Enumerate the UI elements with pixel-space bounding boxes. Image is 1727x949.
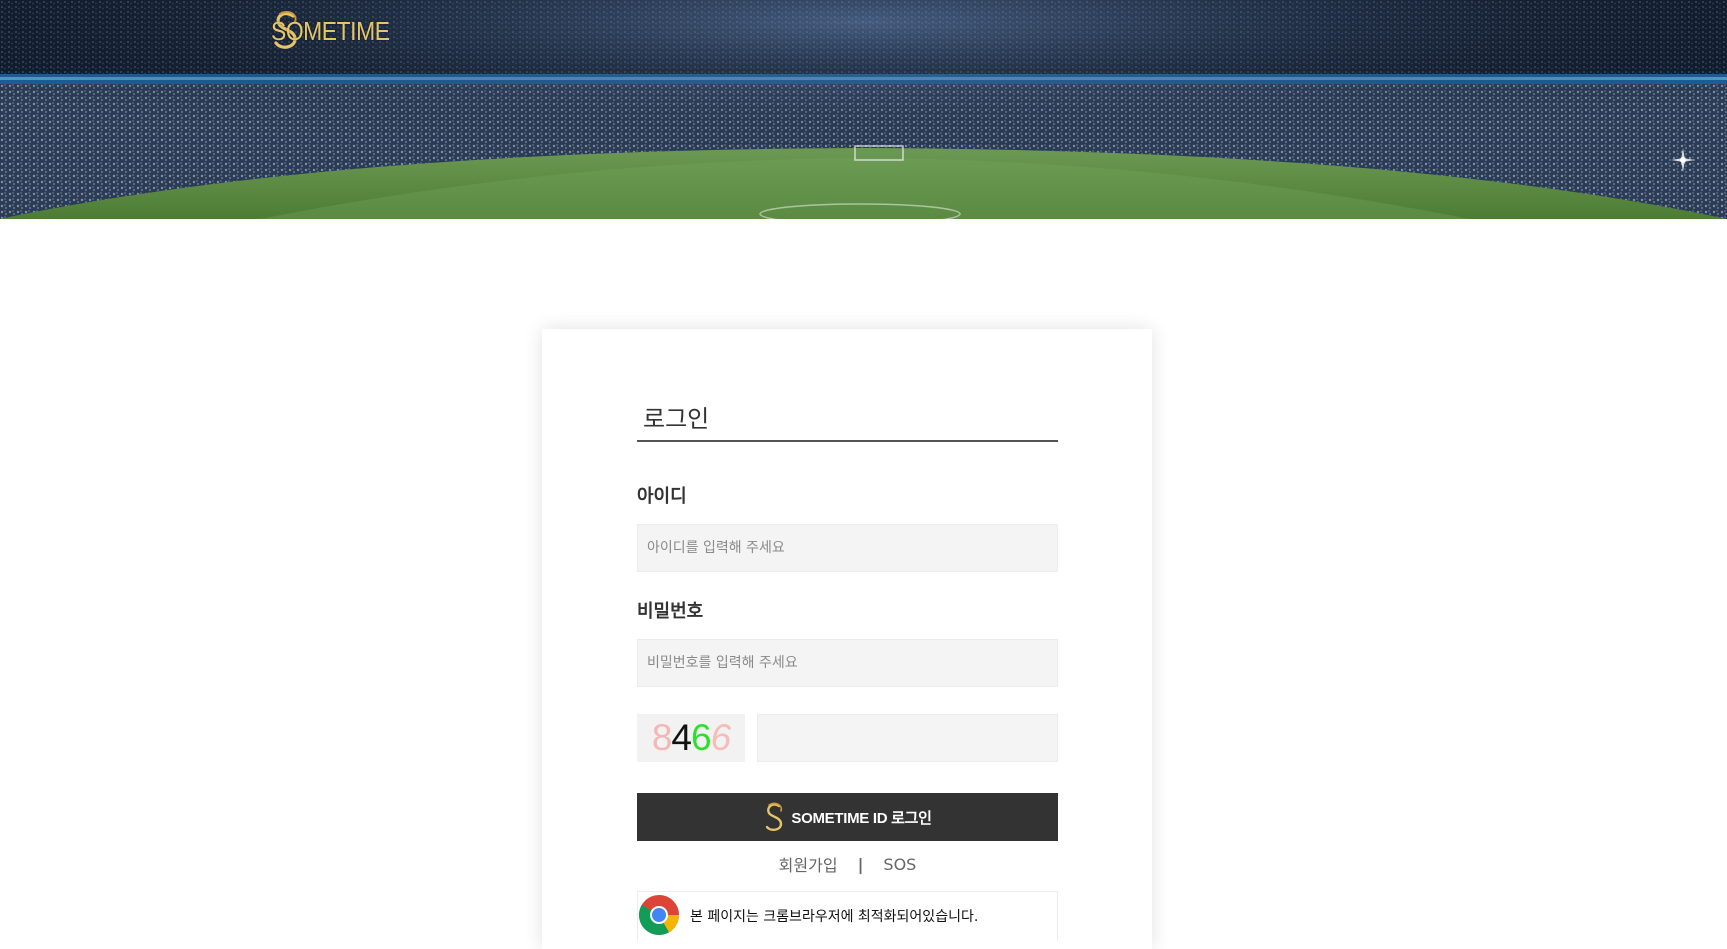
id-input[interactable] xyxy=(637,524,1058,572)
captcha-digit: 4 xyxy=(671,717,692,758)
sometime-logo-icon xyxy=(766,802,783,832)
id-label: 아이디 xyxy=(637,486,687,507)
browser-notice: 본 페이지는 크롬브라우저에 최적화되어있습니다. xyxy=(637,891,1058,941)
login-title: 로그인 xyxy=(637,397,1058,442)
stadium-banner: SOMETIME xyxy=(0,0,1727,219)
login-card: 로그인 아이디 비밀번호 8 4 6 6 SOMETIME ID 로그인 회원가… xyxy=(542,329,1152,949)
captcha-digit: 8 xyxy=(651,717,673,758)
captcha-digit: 6 xyxy=(691,717,712,758)
password-input[interactable] xyxy=(637,639,1058,687)
captcha-input[interactable] xyxy=(757,714,1058,762)
password-label: 비밀번호 xyxy=(637,601,704,622)
captcha-image: 8 4 6 6 xyxy=(637,714,745,762)
stadium-illustration xyxy=(0,0,1727,219)
sometime-login-button[interactable]: SOMETIME ID 로그인 xyxy=(637,793,1058,841)
login-title-text: 로그인 xyxy=(643,405,710,433)
logo-text: SOMETIME xyxy=(271,15,390,46)
auth-links: 회원가입 | SOS xyxy=(637,851,1058,877)
login-button-label: SOMETIME ID 로그인 xyxy=(791,809,932,827)
signup-link[interactable]: 회원가입 xyxy=(779,852,838,876)
sometime-logo[interactable]: SOMETIME xyxy=(271,8,406,54)
browser-notice-text: 본 페이지는 크롬브라우저에 최적화되어있습니다. xyxy=(690,909,979,925)
link-separator: | xyxy=(857,854,864,874)
chrome-icon xyxy=(639,895,679,935)
captcha-digit: 6 xyxy=(710,717,732,758)
sos-link[interactable]: SOS xyxy=(883,855,916,874)
